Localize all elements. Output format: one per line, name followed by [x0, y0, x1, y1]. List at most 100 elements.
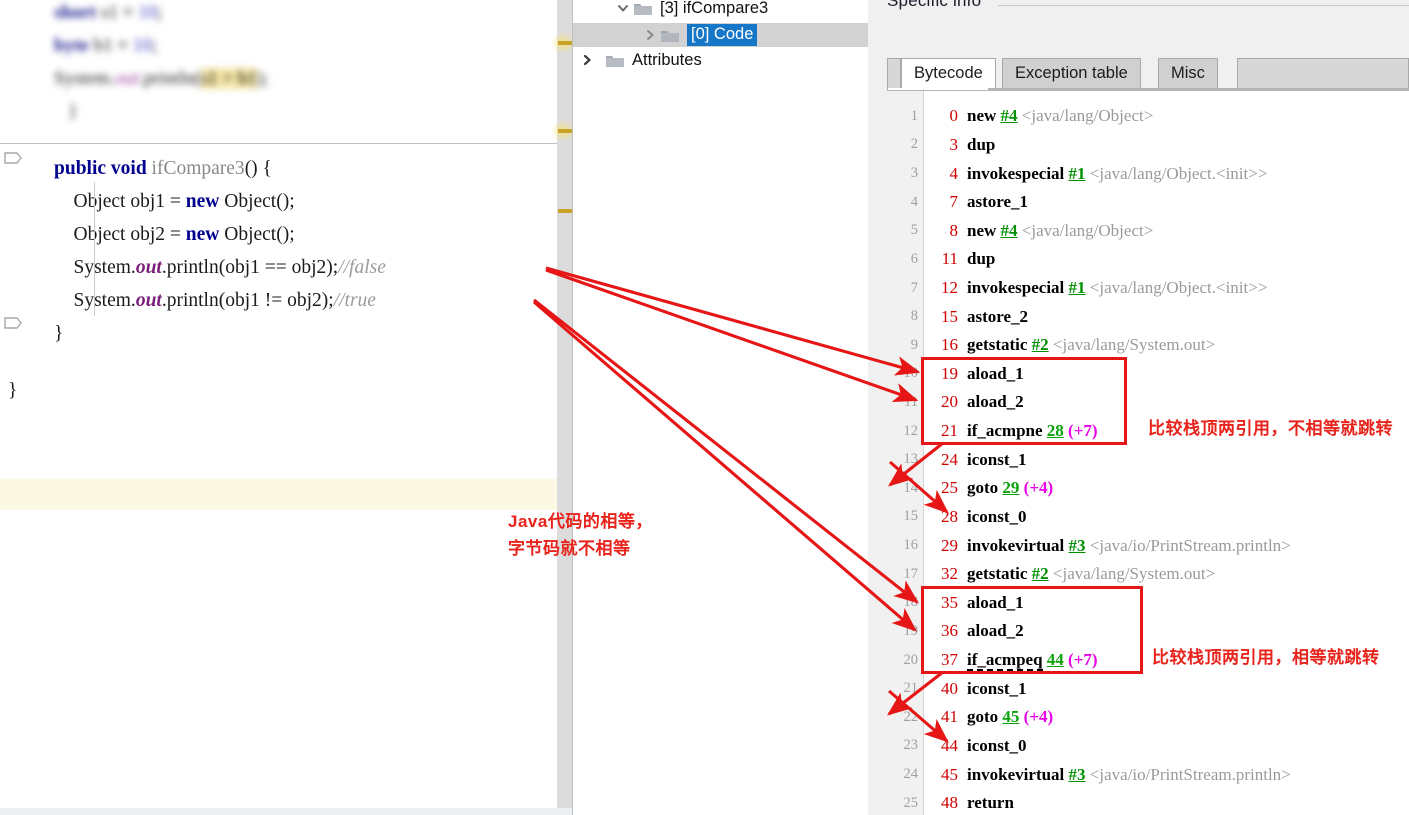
- bytecode-row[interactable]: 23 44 iconst_0: [887, 732, 1409, 761]
- bytecode-opcode: invokevirtual: [967, 764, 1065, 784]
- bytecode-row[interactable]: 11 20 aload_2: [887, 388, 1409, 417]
- constant-pool-ref[interactable]: #2: [1032, 564, 1049, 583]
- specific-info-panel[interactable]: Specific info Bytecode Exception table M…: [868, 0, 1409, 815]
- chevron-down-icon[interactable]: [613, 1, 633, 15]
- constant-pool-ref[interactable]: #1: [1069, 164, 1086, 183]
- bytecode-jump-target[interactable]: 44: [1047, 650, 1064, 669]
- bytecode-opcode: aload_1: [967, 592, 1024, 612]
- indent-guide: [94, 182, 95, 316]
- bytecode-row[interactable]: 22 41 goto 45 (+4): [887, 703, 1409, 732]
- bytecode-row[interactable]: 6 11 dup: [887, 245, 1409, 274]
- constant-pool-ref[interactable]: #2: [1032, 335, 1049, 354]
- bytecode-row[interactable]: 24 45 invokevirtual #3 <java/io/PrintStrea…: [887, 760, 1409, 789]
- constant-pool-ref[interactable]: #3: [1069, 765, 1086, 784]
- editor-marker-strip[interactable]: [551, 0, 573, 808]
- bytecode-row[interactable]: 9 16 getstatic #2 <java/lang/System.out>: [887, 331, 1409, 360]
- tab-strip[interactable]: Bytecode Exception table Misc: [887, 58, 1409, 88]
- fold-region-icon[interactable]: [2, 313, 24, 335]
- change-marker[interactable]: [558, 209, 573, 213]
- bytecode-descriptor: <java/lang/Object.<init>>: [1089, 163, 1268, 183]
- bytecode-instruction: dup: [958, 135, 995, 155]
- bytecode-jump-target[interactable]: 29: [1002, 478, 1019, 497]
- bytecode-opcode: dup: [967, 249, 996, 269]
- bytecode-row[interactable]: 17 32 getstatic #2 <java/lang/System.out>: [887, 560, 1409, 589]
- bytecode-row[interactable]: 5 8 new #4 <java/lang/Object>: [887, 216, 1409, 245]
- bytecode-offset: 41: [941, 707, 958, 727]
- bytecode-instruction: new #4 <java/lang/Object>: [958, 221, 1153, 241]
- bytecode-row[interactable]: 1 0 new #4 <java/lang/Object>: [887, 102, 1409, 131]
- bytecode-offset: 19: [941, 363, 958, 383]
- bytecode-line-number: 18: [903, 594, 919, 611]
- bytecode-row[interactable]: 19 36 aload_2: [887, 617, 1409, 646]
- bytecode-instruction: if_acmpeq 44 (+7): [958, 650, 1098, 672]
- bytecode-opcode: if_acmpne: [967, 421, 1043, 441]
- outer-closing-brace: }: [8, 380, 18, 401]
- bytecode-offset: 25: [941, 478, 958, 498]
- bytecode-row[interactable]: 3 4 invokespecial #1 <java/lang/Object.<in…: [887, 159, 1409, 188]
- bytecode-row[interactable]: 14 25 goto 29 (+4): [887, 474, 1409, 503]
- blurred-code-block: short s1 = 10; byte b1 = 10; System.out.…: [54, 2, 269, 122]
- bytecode-row[interactable]: 20 37 if_acmpeq 44 (+7): [887, 646, 1409, 675]
- title-rule: [998, 5, 1409, 6]
- change-marker[interactable]: [558, 129, 573, 133]
- constant-pool-ref[interactable]: #4: [1001, 221, 1018, 240]
- constant-pool-ref[interactable]: #4: [1001, 106, 1018, 125]
- constant-pool-ref[interactable]: #1: [1069, 278, 1086, 297]
- constant-pool-ref[interactable]: #3: [1069, 536, 1086, 555]
- bytecode-descriptor: <java/lang/Object.<init>>: [1089, 278, 1268, 298]
- active-tab-underline: [888, 88, 988, 90]
- change-marker[interactable]: [558, 41, 573, 45]
- bytecode-row[interactable]: 2 3 dup: [887, 131, 1409, 160]
- tab-exception-table[interactable]: Exception table: [1002, 58, 1141, 88]
- bytecode-jump-target[interactable]: 28: [1047, 421, 1064, 440]
- bytecode-row[interactable]: 21 40 iconst_1: [887, 674, 1409, 703]
- tab-bytecode[interactable]: Bytecode: [901, 58, 996, 88]
- bytecode-row[interactable]: 25 48 return: [887, 789, 1409, 815]
- editor-text-area[interactable]: short s1 = 10; byte b1 = 10; System.out.…: [8, 0, 533, 808]
- bytecode-instruction: astore_1: [958, 192, 1028, 212]
- editor-gutter[interactable]: [0, 0, 46, 808]
- bytecode-offset: 24: [941, 449, 958, 469]
- fold-region-icon[interactable]: [2, 148, 24, 170]
- bytecode-instruction: invokespecial #1 <java/lang/Object.<init…: [958, 164, 1267, 184]
- chevron-right-icon[interactable]: [640, 28, 660, 42]
- bytecode-row[interactable]: 4 7 astore_1: [887, 188, 1409, 217]
- tree-item-code[interactable]: [0] Code: [573, 23, 868, 47]
- code-editor-pane[interactable]: short s1 = 10; byte b1 = 10; System.out.…: [0, 0, 573, 815]
- bytecode-row[interactable]: 15 28 iconst_0: [887, 503, 1409, 532]
- bytecode-instruction: iconst_1: [958, 450, 1027, 470]
- bytecode-descriptor: <java/lang/System.out>: [1052, 335, 1216, 355]
- bytecode-opcode: astore_1: [967, 192, 1029, 212]
- bytecode-line-number: 10: [903, 365, 919, 382]
- bytecode-opcode: invokespecial: [967, 278, 1065, 298]
- bytecode-line-number: 23: [903, 737, 919, 754]
- bytecode-row[interactable]: 10 19 aload_1: [887, 360, 1409, 389]
- tab-strip-stub: [887, 58, 901, 88]
- bytecode-instruction: invokespecial #1 <java/lang/Object.<init…: [958, 278, 1267, 298]
- tab-misc[interactable]: Misc: [1158, 58, 1218, 88]
- bytecode-descriptor: <java/lang/System.out>: [1052, 564, 1216, 584]
- tree-item-attributes[interactable]: Attributes: [573, 48, 868, 72]
- bytecode-instruction: goto 45 (+4): [958, 707, 1053, 727]
- bytecode-row[interactable]: 8 15 astore_2: [887, 302, 1409, 331]
- bytecode-jump-delta: (+4): [1023, 707, 1054, 727]
- bytecode-opcode: return: [967, 793, 1014, 813]
- chevron-right-icon[interactable]: [577, 53, 597, 67]
- bytecode-row[interactable]: 7 12 invokespecial #1 <java/lang/Object.<i…: [887, 274, 1409, 303]
- bytecode-offset: 12: [941, 278, 958, 298]
- bytecode-offset: 40: [941, 678, 958, 698]
- bytecode-row[interactable]: 13 24 iconst_1: [887, 445, 1409, 474]
- bytecode-row[interactable]: 16 29 invokevirtual #3 <java/io/PrintStrea…: [887, 531, 1409, 560]
- class-structure-tree[interactable]: [3] ifCompare3 [0] Code Attributes: [573, 0, 868, 815]
- bytecode-jump-target[interactable]: 45: [1002, 707, 1019, 726]
- bytecode-opcode: iconst_1: [967, 449, 1027, 469]
- bytecode-instruction: dup: [958, 249, 995, 269]
- bytecode-row[interactable]: 18 35 aload_1: [887, 589, 1409, 618]
- bytecode-offset: 0: [949, 106, 959, 126]
- tree-item-ifcompare3[interactable]: [3] ifCompare3: [573, 0, 868, 20]
- bytecode-listing[interactable]: 1 0 new #4 <java/lang/Object> 2 3 dup 3 4 invoke…: [887, 91, 1409, 815]
- folder-icon: [660, 27, 682, 43]
- bytecode-line-number: 3: [910, 165, 918, 182]
- bytecode-row[interactable]: 12 21 if_acmpne 28 (+7): [887, 417, 1409, 446]
- bytecode-instruction: iconst_0: [958, 736, 1027, 756]
